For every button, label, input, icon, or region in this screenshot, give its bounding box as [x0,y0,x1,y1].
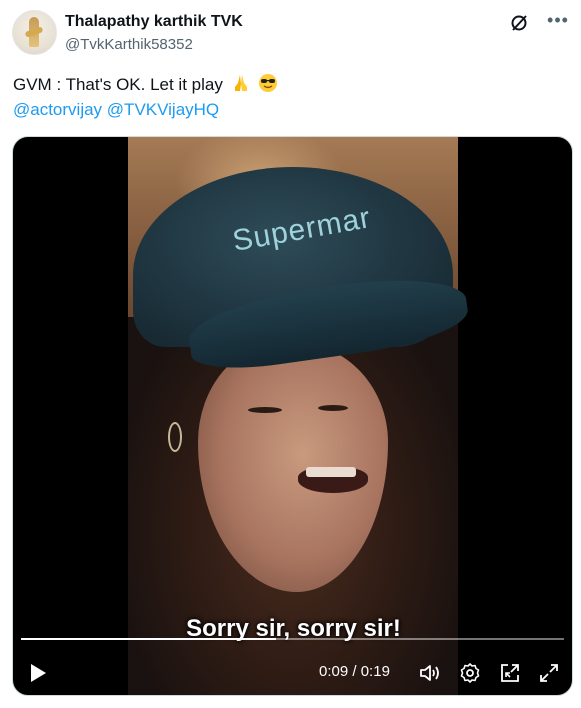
video-controls: 0:09 / 0:19 [13,655,572,691]
tweet-text: GVM : That's OK. Let it play [13,72,278,97]
grok-icon[interactable] [509,13,529,33]
current-time: 0:09 [319,663,349,680]
time-separator: / [352,663,357,680]
avatar[interactable] [12,10,57,55]
video-player[interactable]: Supermar Sorry sir, sorry sir! 0:09 / 0:… [12,136,573,696]
folded-hands-emoji [234,75,247,91]
author-name[interactable]: Thalapathy karthik TVK [65,13,243,31]
progress-bar[interactable] [21,638,564,640]
progress-fill [21,638,277,640]
time-display: 0:09 / 0:19 [319,663,390,680]
settings-icon[interactable] [458,661,482,685]
mention-link[interactable]: @actorvijay [13,100,102,119]
fullscreen-icon[interactable] [537,661,561,685]
tweet-body: GVM : That's OK. Let it play [13,75,223,94]
mention-link[interactable]: @TVKVijayHQ [107,100,219,119]
volume-icon[interactable] [418,661,442,685]
pop-out-icon[interactable] [498,661,522,685]
video-frame[interactable]: Supermar [128,137,472,695]
author-handle[interactable]: @TvkKarthik58352 [65,36,193,53]
sunglasses-emoji [259,74,278,92]
play-icon[interactable] [28,663,48,683]
mentions: @actorvijay @TVKVijayHQ [13,97,219,122]
earring [168,422,182,452]
more-icon[interactable]: ••• [547,11,569,32]
duration: 0:19 [360,663,390,680]
tweet-header: Thalapathy karthik TVK @TvkKarthik58352 … [12,10,569,58]
